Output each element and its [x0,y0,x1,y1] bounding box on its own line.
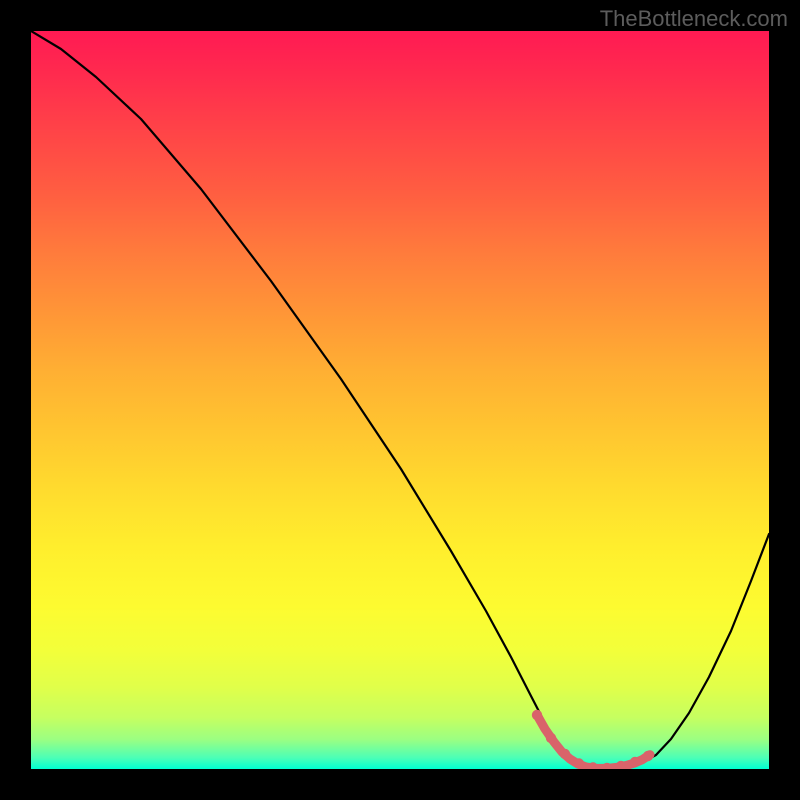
bottleneck-curve [31,31,769,769]
highlight-dot [560,749,570,759]
highlight-dot [643,751,653,761]
highlight-dot [574,758,584,768]
curve-svg [31,31,769,769]
chart-container: TheBottleneck.com [0,0,800,800]
watermark-text: TheBottleneck.com [600,6,788,32]
highlight-dot [532,710,542,720]
optimal-range-dots [532,710,653,769]
plot-area [31,31,769,769]
highlight-dot [546,733,556,743]
highlight-dot [630,757,640,767]
